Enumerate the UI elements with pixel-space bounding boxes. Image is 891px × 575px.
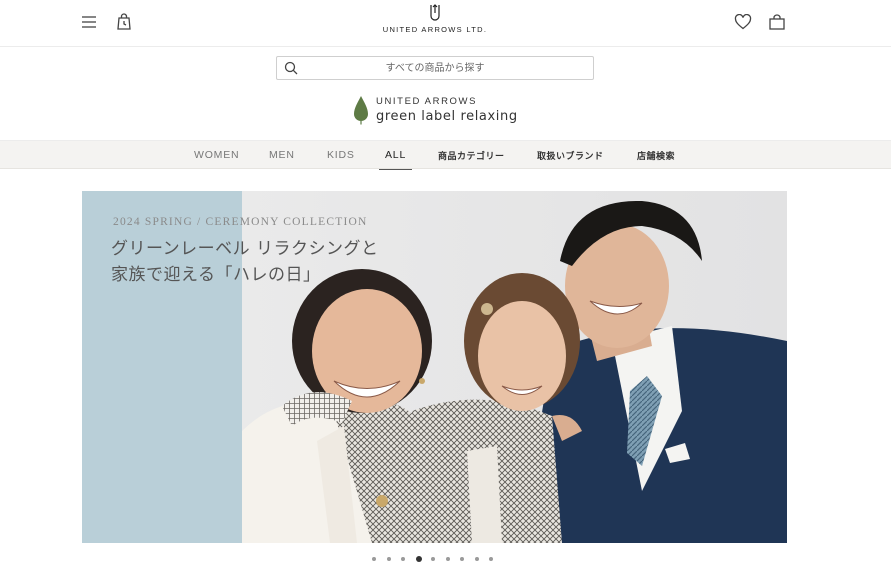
brand-text: UNITED ARROWS LTD.	[382, 25, 488, 34]
heart-icon[interactable]	[731, 11, 755, 33]
hero-title: グリーンレーベル リラクシングと 家族で迎える「ハレの日」	[111, 236, 379, 288]
arrow-mark-icon	[430, 4, 440, 21]
sub-brand-line1: UNITED ARROWS	[376, 96, 478, 108]
carousel-pagination	[372, 555, 504, 563]
search-bar[interactable]	[276, 56, 594, 80]
carousel-dot[interactable]	[445, 557, 450, 561]
leaf-icon	[354, 96, 368, 125]
nav-item-kids[interactable]: KIDS	[327, 141, 355, 169]
hero-banner[interactable]: 2024 SPRING / CEREMONY COLLECTION グリーンレー…	[82, 191, 787, 543]
nav-item-categories[interactable]: 商品カテゴリー	[438, 141, 505, 169]
search-icon[interactable]	[280, 57, 302, 79]
hero-subtitle: 2024 SPRING / CEREMONY COLLECTION	[113, 216, 368, 228]
category-nav: WOMEN MEN KIDS ALL 商品カテゴリー 取扱いブランド 店舗検索	[0, 140, 891, 170]
carousel-dot[interactable]	[489, 557, 493, 561]
sub-brand-line2: green label relaxing	[376, 108, 518, 124]
carousel-dot[interactable]	[474, 557, 479, 561]
top-header: UNITED ARROWS LTD.	[0, 0, 891, 47]
nav-item-all[interactable]: ALL	[378, 141, 413, 170]
carousel-dot[interactable]	[372, 557, 376, 561]
hero-title-line1: グリーンレーベル リラクシングと	[111, 239, 379, 259]
nav-item-store-search[interactable]: 店舗検索	[637, 141, 675, 169]
shopping-history-icon[interactable]	[113, 11, 135, 33]
nav-item-brands[interactable]: 取扱いブランド	[537, 141, 604, 169]
shopping-bag-icon[interactable]	[765, 11, 789, 33]
nav-item-men[interactable]: MEN	[269, 141, 295, 169]
carousel-dot[interactable]	[431, 557, 435, 561]
green-label-relaxing-logo[interactable]: UNITED ARROWS green label relaxing	[352, 93, 522, 127]
hero-title-line2: 家族で迎える「ハレの日」	[111, 265, 321, 285]
hamburger-menu-icon[interactable]	[78, 11, 100, 33]
nav-item-women[interactable]: WOMEN	[194, 141, 239, 169]
carousel-dot[interactable]	[460, 557, 464, 561]
carousel-dot[interactable]	[415, 556, 422, 562]
carousel-dot[interactable]	[401, 557, 405, 561]
united-arrows-logo[interactable]: UNITED ARROWS LTD.	[375, 4, 495, 40]
carousel-dot[interactable]	[386, 557, 391, 561]
search-input[interactable]	[302, 57, 593, 79]
